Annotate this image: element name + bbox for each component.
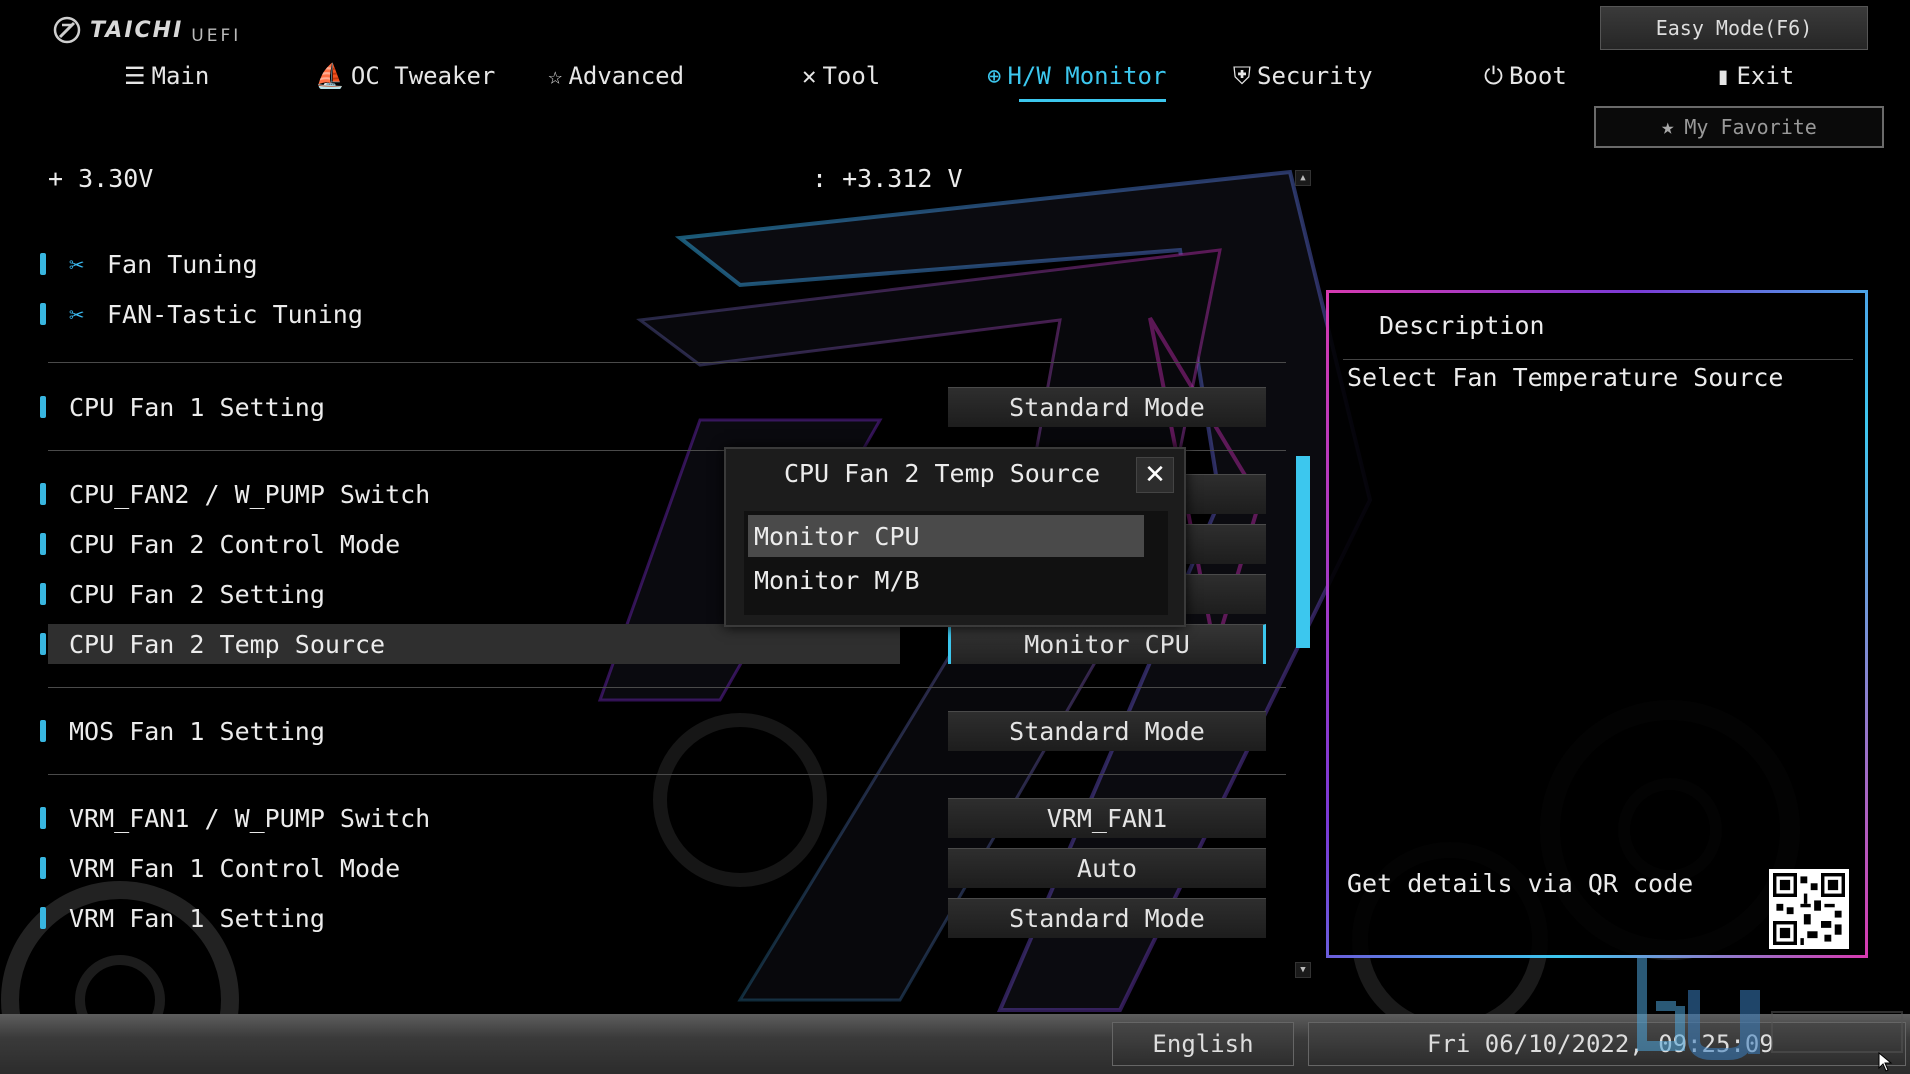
vrm-fan1-switch-value[interactable]: VRM_FAN1 [948,798,1266,838]
scroll-down-arrow-icon[interactable]: ▼ [1295,962,1311,978]
tab-boot-label: Boot [1508,62,1567,90]
mos-fan-1-value[interactable]: Standard Mode [948,711,1266,751]
description-title: Description [1379,311,1545,340]
qr-code-hint: Get details via QR code [1347,869,1694,898]
tab-exit[interactable]: ▮ Exit [1716,56,1794,96]
fan-tuning-row: ✂ Fan Tuning [69,250,258,279]
taichi-emblem-icon [53,16,81,44]
row-bullet [40,720,46,742]
divider [48,774,1286,775]
scrollbar-thumb[interactable] [1296,456,1310,648]
watermark-logo [1637,958,1903,1060]
setting-label: MOS Fan 1 Setting [69,716,325,746]
voltage-label: + 3.30V [48,164,154,193]
language-button[interactable]: English [1112,1022,1294,1066]
tab-tool-label: Tool [822,62,881,90]
tab-oc-tweaker-label: OC Tweaker [350,62,496,90]
vrm-fan-1-setting-value[interactable]: Standard Mode [948,898,1266,938]
fan-tuning-label: Fan Tuning [107,249,258,279]
tools-icon: ✕ [802,62,817,90]
exit-door-icon: ▮ [1716,62,1731,90]
tools-icon: ✂ [69,299,85,329]
setting-label: CPU Fan 2 Temp Source [69,629,386,659]
row-bullet [40,633,46,655]
setting-label: CPU Fan 2 Control Mode [69,529,401,559]
list-icon: ☰ [124,62,146,90]
row-bullet [40,303,46,325]
cpu-fan-1-value[interactable]: Standard Mode [948,387,1266,427]
row-bullet [40,483,46,505]
taichi-logo: TAICHI UEFI [52,14,241,46]
tab-exit-label: Exit [1736,62,1795,90]
close-icon[interactable]: ✕ [1136,457,1174,493]
setting-label: CPU Fan 1 Setting [69,392,325,422]
my-favorite-button[interactable]: ★ My Favorite [1594,106,1884,148]
setting-label: CPU Fan 2 Setting [69,579,325,609]
power-icon: ⏻ [1484,62,1503,90]
temp-source-popup: CPU Fan 2 Temp Source ✕ Monitor CPU Moni… [724,447,1186,627]
brand-sub: UEFI [191,26,242,46]
tab-main-label: Main [151,62,210,90]
setting-label: VRM Fan 1 Control Mode [69,853,401,883]
tools-icon: ✂ [69,249,85,279]
setting-label: VRM Fan 1 Setting [69,903,325,933]
option-monitor-cpu[interactable]: Monitor CPU [748,515,1144,557]
qr-code-icon [1769,869,1849,949]
tab-tool[interactable]: ✕ Tool [802,56,880,96]
tab-security-label: Security [1257,62,1373,90]
divider [1343,359,1853,360]
tab-advanced[interactable]: ☆ Advanced [548,56,684,96]
tab-security[interactable]: ⛨ Security [1233,56,1373,96]
vrm-fan-1-control-mode-value[interactable]: Auto [948,848,1266,888]
cpu-fan-2-temp-source-value[interactable]: Monitor CPU [948,624,1266,664]
row-bullet [40,253,46,275]
tab-boot[interactable]: ⏻ Boot [1484,56,1567,96]
row-bullet [40,907,46,929]
rocket-icon: ⛵ [315,62,345,90]
divider [48,687,1286,688]
voltage-value: : +3.312 V [812,164,963,193]
description-panel: Description Select Fan Temperature Sourc… [1326,290,1868,958]
fan-tastic-tuning-label: FAN-Tastic Tuning [107,299,363,329]
my-favorite-label: My Favorite [1684,115,1817,139]
divider [48,362,1286,363]
row-bullet [40,807,46,829]
popup-title: CPU Fan 2 Temp Source [783,459,1101,488]
star-icon: ★ [1661,114,1675,140]
tab-hw-monitor-label: H/W Monitor [1007,62,1167,90]
setting-label: CPU_FAN2 / W_PUMP Switch [69,479,431,509]
brand-name: TAICHI [90,17,184,43]
main-nav: ☰ Main ⛵ OC Tweaker ☆ Advanced ✕ Tool ⊕ … [0,56,1910,102]
shield-icon: ⛨ [1233,62,1251,90]
star-icon: ☆ [548,62,563,90]
option-monitor-mb[interactable]: Monitor M/B [748,559,1144,601]
scroll-up-arrow-icon[interactable]: ▲ [1295,170,1311,186]
monitor-icon: ⊕ [987,62,1002,90]
row-bullet [40,857,46,879]
description-text: Select Fan Temperature Source [1347,363,1784,392]
fan-tastic-row: ✂ FAN-Tastic Tuning [69,300,363,329]
row-bullet [40,396,46,418]
row-bullet [40,533,46,555]
setting-label: VRM_FAN1 / W_PUMP Switch [69,803,431,833]
row-bullet [40,583,46,605]
tab-main[interactable]: ☰ Main [124,56,209,96]
tab-advanced-label: Advanced [568,62,685,90]
tab-oc-tweaker[interactable]: ⛵ OC Tweaker [315,56,495,96]
tab-hw-monitor[interactable]: ⊕ H/W Monitor [987,56,1167,102]
mouse-cursor-icon [1878,1052,1893,1072]
popup-option-list: Monitor CPU Monitor M/B [744,511,1168,615]
easy-mode-button[interactable]: Easy Mode(F6) [1600,6,1868,50]
